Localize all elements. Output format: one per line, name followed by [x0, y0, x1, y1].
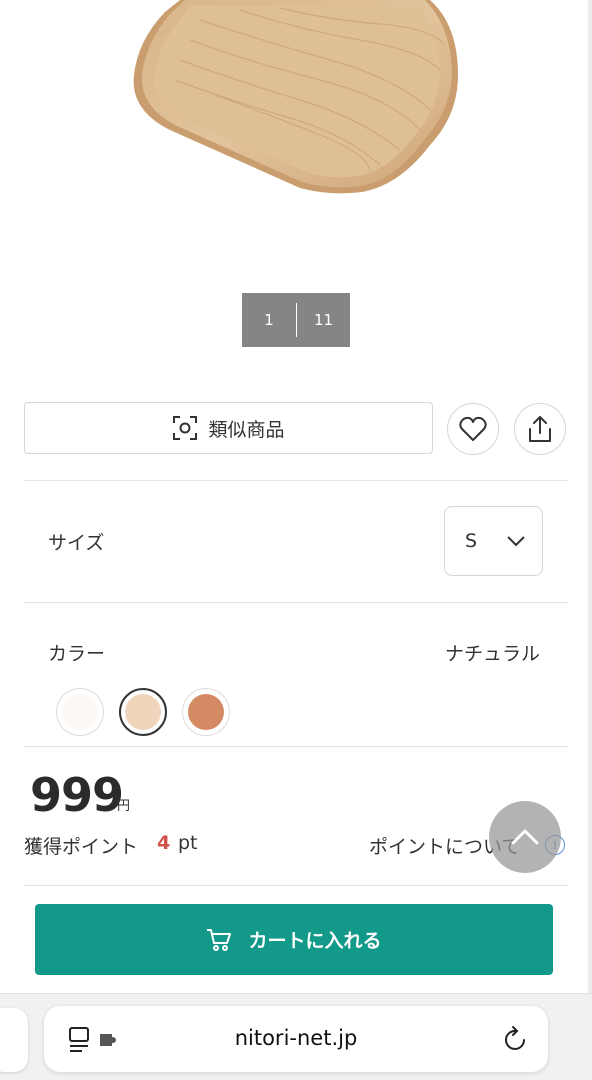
- heart-icon: [459, 416, 487, 441]
- visual-search-icon: [173, 416, 198, 440]
- similar-products-button[interactable]: 類似商品: [24, 402, 433, 454]
- product-image[interactable]: [0, 0, 592, 270]
- add-to-cart-label: カートに入れる: [248, 930, 382, 952]
- swatch-fill: [188, 694, 224, 730]
- pager-current: 1: [264, 311, 274, 329]
- scroll-to-top-button[interactable]: [489, 801, 561, 873]
- points-label: 獲得ポイント: [24, 836, 139, 858]
- similar-products-label: 類似商品: [208, 418, 285, 441]
- size-select[interactable]: S: [444, 506, 543, 576]
- color-swatch-brown[interactable]: [182, 688, 230, 736]
- product-page: 1 11 類似商品 サイズ S カラー ナチュラル 999 円 獲得ポイント 4…: [0, 0, 592, 1080]
- add-to-cart-button[interactable]: カートに入れる: [35, 904, 553, 975]
- color-swatch-white[interactable]: [56, 688, 104, 736]
- divider: [24, 480, 568, 481]
- share-icon: [529, 416, 551, 442]
- image-pager: 1 11: [242, 293, 350, 347]
- color-swatch-natural[interactable]: [119, 688, 167, 736]
- price-value: 999: [30, 768, 124, 822]
- chevron-down-icon: [507, 536, 525, 547]
- price-unit: 円: [117, 799, 131, 814]
- pager-total: 11: [313, 311, 334, 329]
- points-unit: pt: [178, 832, 198, 854]
- swatch-fill: [62, 694, 98, 730]
- swatch-fill: [125, 694, 161, 730]
- color-selected-name: ナチュラル: [444, 643, 540, 665]
- size-label: サイズ: [48, 532, 105, 554]
- divider: [24, 746, 568, 747]
- share-button[interactable]: [514, 403, 566, 455]
- size-selected-value: S: [465, 530, 478, 552]
- color-label: カラー: [48, 643, 106, 665]
- divider: [24, 602, 568, 603]
- reload-icon[interactable]: [503, 1024, 529, 1052]
- cart-icon: [207, 928, 232, 951]
- chevron-up-icon: [511, 829, 539, 845]
- points-value: 4: [157, 832, 171, 854]
- divider: [24, 885, 568, 886]
- favorite-button[interactable]: [447, 403, 499, 455]
